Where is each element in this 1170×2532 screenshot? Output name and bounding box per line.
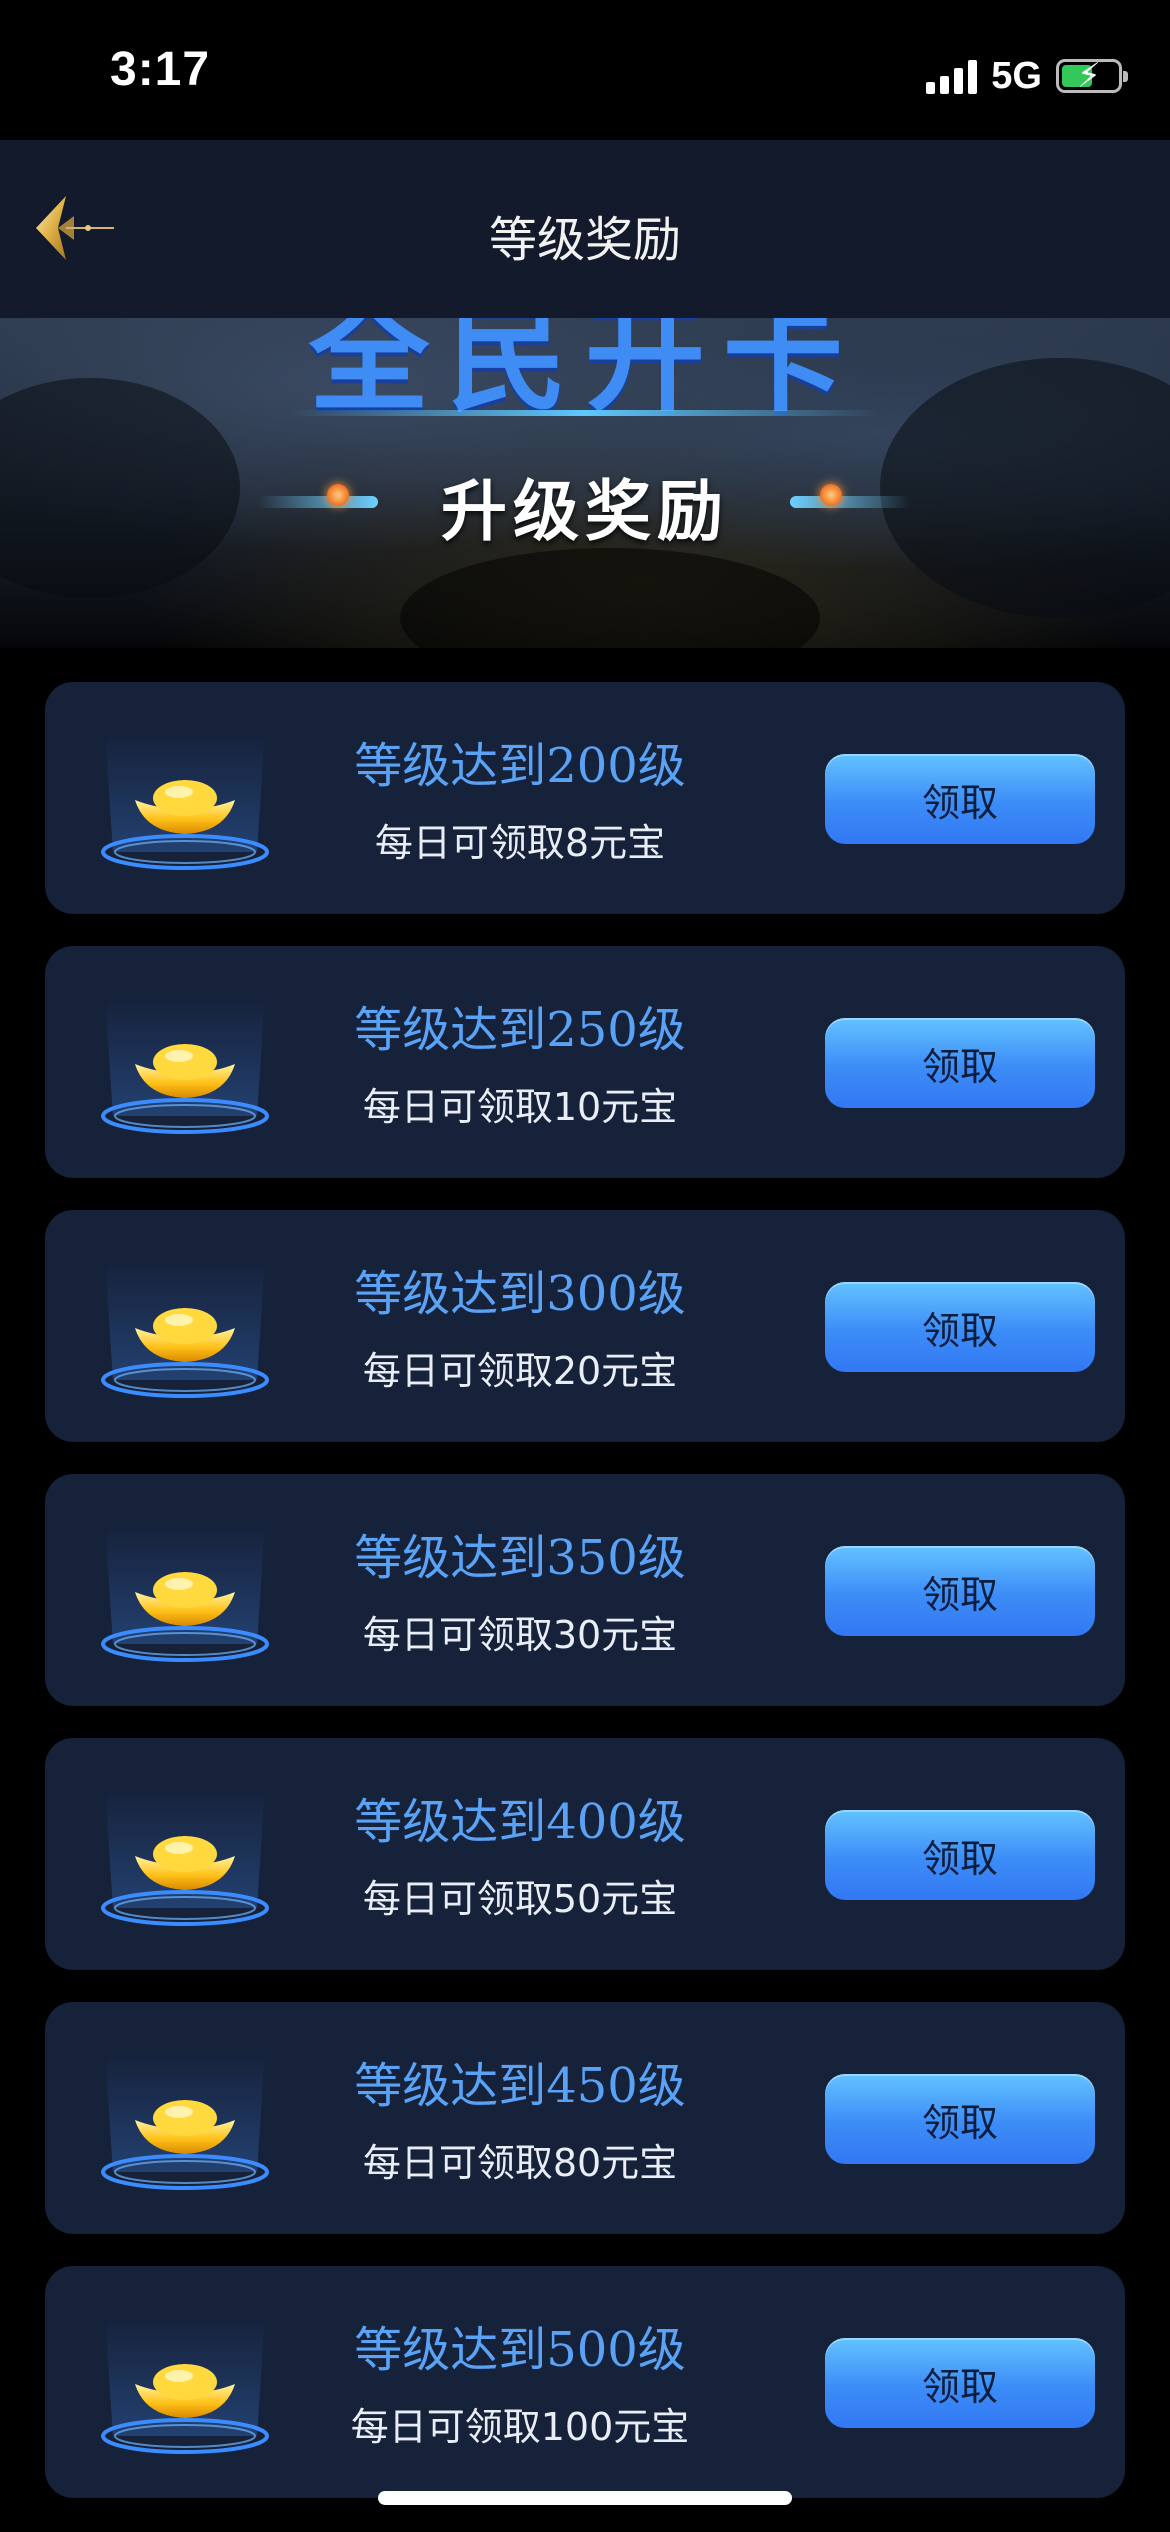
navigation-bar: 等级奖励 bbox=[0, 140, 1170, 318]
reward-title: 等级达到300级 bbox=[354, 1266, 686, 1322]
claim-button[interactable]: 领取 bbox=[825, 1018, 1095, 1108]
network-label: 5G bbox=[991, 54, 1042, 97]
reward-description: 每日可领取30元宝 bbox=[362, 1613, 678, 1657]
reward-title: 等级达到400级 bbox=[354, 1794, 686, 1850]
reward-card: 等级达到200级 每日可领取8元宝 领取 bbox=[45, 682, 1125, 914]
battery-charging-icon: ⚡ bbox=[1056, 56, 1128, 96]
reward-title: 等级达到250级 bbox=[354, 1002, 686, 1058]
reward-description: 每日可领取8元宝 bbox=[374, 821, 666, 865]
gold-ingot-icon bbox=[101, 2316, 269, 2454]
reward-title: 等级达到450级 bbox=[354, 2058, 686, 2114]
banner-glow-line bbox=[290, 410, 880, 416]
reward-description: 每日可领取100元宝 bbox=[350, 2405, 690, 2449]
reward-title: 等级达到200级 bbox=[354, 738, 686, 794]
claim-button[interactable]: 领取 bbox=[825, 2074, 1095, 2164]
claim-button[interactable]: 领取 bbox=[825, 754, 1095, 844]
page-title: 等级奖励 bbox=[488, 212, 681, 268]
reward-card: 等级达到500级 每日可领取100元宝 领取 bbox=[45, 2266, 1125, 2498]
reward-list: 等级达到200级 每日可领取8元宝 领取 等级达到250级 每日可领取10元宝 … bbox=[45, 682, 1125, 2530]
reward-title: 等级达到350级 bbox=[354, 1530, 686, 1586]
reward-card: 等级达到350级 每日可领取30元宝 领取 bbox=[45, 1474, 1125, 1706]
reward-card: 等级达到450级 每日可领取80元宝 领取 bbox=[45, 2002, 1125, 2234]
status-bar: 3:17 5G ⚡ bbox=[0, 0, 1170, 140]
gold-ingot-icon bbox=[101, 1260, 269, 1398]
reward-description: 每日可领取50元宝 bbox=[362, 1877, 678, 1921]
gold-ingot-icon bbox=[101, 2052, 269, 2190]
reward-description: 每日可领取80元宝 bbox=[362, 2141, 678, 2185]
decorative-line-right bbox=[790, 496, 910, 508]
gold-ingot-icon bbox=[101, 1788, 269, 1926]
banner-subtitle: 升级奖励 bbox=[441, 473, 729, 550]
reward-description: 每日可领取20元宝 bbox=[362, 1349, 678, 1393]
reward-card: 等级达到400级 每日可领取50元宝 领取 bbox=[45, 1738, 1125, 1970]
signal-icon bbox=[926, 58, 978, 94]
status-indicators: 5G ⚡ bbox=[926, 52, 1128, 100]
reward-description: 每日可领取10元宝 bbox=[362, 1085, 678, 1129]
claim-button[interactable]: 领取 bbox=[825, 1546, 1095, 1636]
status-time: 3:17 bbox=[110, 43, 211, 96]
gold-ingot-icon bbox=[101, 1524, 269, 1662]
claim-button[interactable]: 领取 bbox=[825, 1810, 1095, 1900]
gold-ingot-icon bbox=[101, 732, 269, 870]
banner-headline: 全民开卡 bbox=[309, 318, 861, 428]
claim-button[interactable]: 领取 bbox=[825, 2338, 1095, 2428]
reward-title: 等级达到500级 bbox=[354, 2322, 686, 2378]
home-indicator[interactable] bbox=[378, 2491, 792, 2505]
event-banner: 全民开卡 升级奖励 bbox=[0, 318, 1170, 648]
claim-button[interactable]: 领取 bbox=[825, 1282, 1095, 1372]
gold-ingot-icon bbox=[101, 996, 269, 1134]
reward-card: 等级达到250级 每日可领取10元宝 领取 bbox=[45, 946, 1125, 1178]
decorative-dot-right bbox=[820, 484, 842, 506]
reward-card: 等级达到300级 每日可领取20元宝 领取 bbox=[45, 1210, 1125, 1442]
